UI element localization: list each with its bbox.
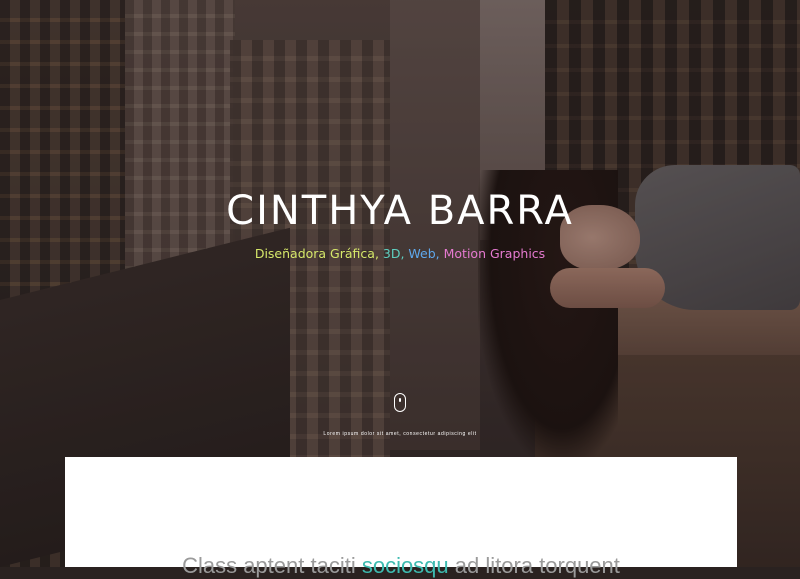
intro-tagline: Class aptent taciti sociosqu ad litora t…	[65, 553, 737, 579]
mouse-scroll-icon[interactable]	[394, 393, 406, 412]
subtitle-part: Motion Graphics	[439, 246, 546, 261]
subtitle-part: Diseñadora Gráfica,	[254, 246, 379, 261]
scroll-caption: Lorem ipsum dolor sit amet, consectetur …	[323, 431, 477, 437]
tagline-highlight: sociosqu	[361, 553, 449, 578]
hero-subtitle: Diseñadora Gráfica, 3D, Web, Motion Grap…	[0, 246, 800, 261]
subtitle-part: 3D,	[378, 246, 405, 261]
tagline-text: Class aptent taciti	[182, 553, 362, 578]
tagline-text: ad litora torquent	[448, 553, 620, 578]
hero-title: CINTHYA BARRA	[226, 188, 574, 234]
subtitle-part: Web,	[404, 246, 440, 261]
intro-card: Class aptent taciti sociosqu ad litora t…	[65, 457, 737, 578]
